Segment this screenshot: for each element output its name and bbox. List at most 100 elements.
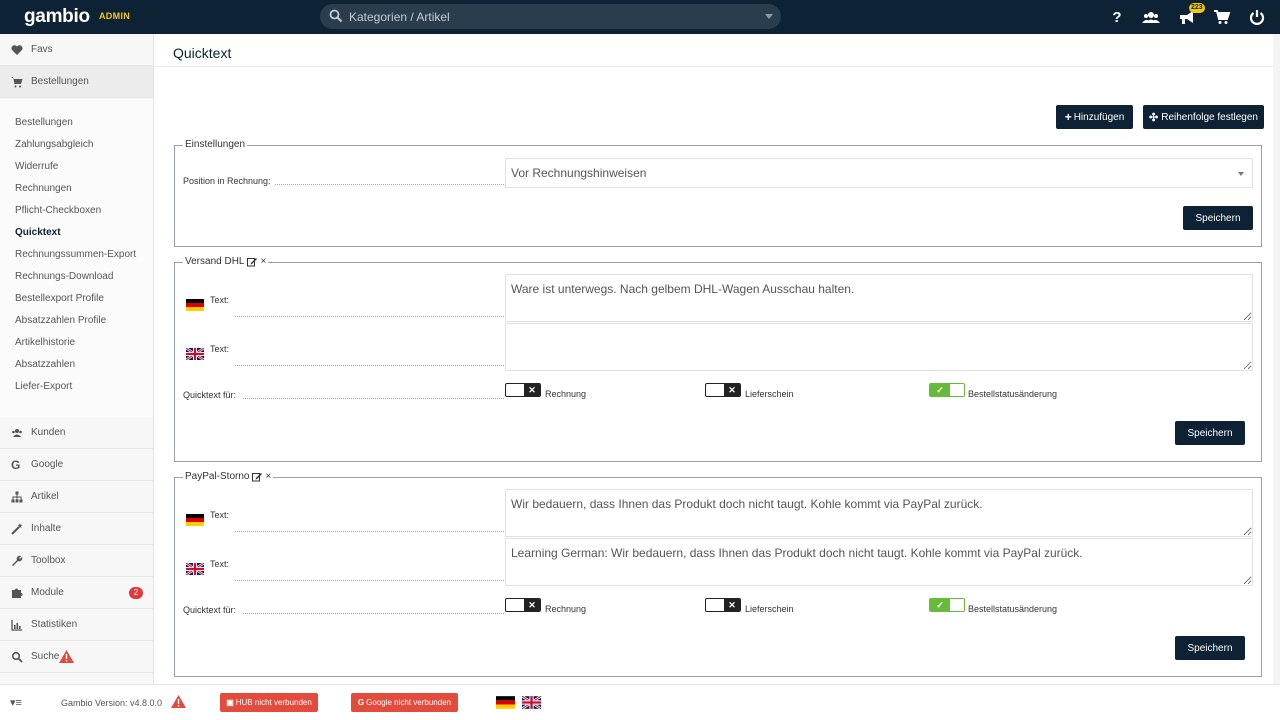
invoice-toggle-label: Rechnung [545,389,587,399]
label-leader [243,398,504,399]
submenu-item-sales-figures[interactable]: Absatzzahlen [15,359,75,370]
submenu-item-payment-reconciliation[interactable]: Zahlungsabgleich [15,139,93,150]
text-en-textarea[interactable]: Learning German: Wir bedauern, dass Ihne… [505,538,1253,586]
search-input[interactable] [349,8,759,25]
page-title: Quicktext [173,45,232,61]
sidebar-item-customers[interactable]: Kunden [0,417,153,449]
cart-icon[interactable] [1213,8,1231,26]
position-select[interactable]: Vor Rechnungshinweisen [505,158,1253,188]
submenu-item-mandatory-checkboxes[interactable]: Pflicht-Checkboxen [15,205,101,216]
set-order-button[interactable]: ✣ Reihenfolge festlegen [1143,105,1264,129]
sidebar-item-label: Favs [31,44,53,55]
submenu-item-article-history[interactable]: Artikelhistorie [15,337,75,348]
block-legend: PayPal-Storno × [183,471,274,482]
text-de-textarea[interactable]: Wir bedauern, dass Ihnen das Produkt doc… [505,489,1253,537]
submenu-item-invoice-download[interactable]: Rechnungs-Download [15,271,113,282]
label-leader [235,580,504,581]
sidebar-item-label: Kunden [31,427,66,438]
search-icon [329,9,343,23]
delivery-note-toggle-label: Lieferschein [745,604,794,614]
submenu-item-order-export-profiles[interactable]: Bestellexport Profile [15,293,104,304]
text-de-textarea[interactable]: Ware ist unterwegs. Nach gelbem DHL-Wage… [505,274,1253,322]
add-button[interactable]: + Hinzufügen [1056,105,1133,129]
sidebar-item-statistics[interactable]: Statistiken [0,609,153,641]
sidebar-item-orders[interactable]: Bestellungen [0,66,153,98]
quicktext-for-label: Quicktext für: [183,605,237,615]
search-bar[interactable] [320,4,781,29]
admin-label: ADMIN [99,11,130,21]
submenu-item-invoice-sum-export[interactable]: Rechnungssummen-Export [15,249,136,260]
uk-flag-icon[interactable] [522,696,541,709]
sidebar-item-content[interactable]: Inhalte [0,513,153,545]
sidebar-item-search[interactable]: Suche [0,641,153,673]
delete-icon[interactable]: × [265,471,271,482]
google-status-button[interactable]: G Google nicht verbunden [351,693,458,712]
label-leader [235,365,504,366]
submenu-item-sales-figures-profiles[interactable]: Absatzzahlen Profile [15,315,106,326]
delivery-note-toggle[interactable]: ✕ [705,383,741,397]
text-en-textarea[interactable] [505,323,1253,371]
plus-icon: + [1064,110,1072,124]
chart-icon [11,619,22,631]
status-change-toggle[interactable]: ✓ [929,598,965,612]
sidebar-item-label: Inhalte [31,523,62,534]
save-block-button[interactable]: Speichern [1175,636,1245,660]
submenu-item-withdrawals[interactable]: Widerrufe [15,161,58,172]
sidebar-item-modules[interactable]: Module 2 [0,577,153,609]
delivery-note-toggle[interactable]: ✕ [705,598,741,612]
sidebar: Favs Bestellungen Bestellungen Zahlungsa… [0,34,154,684]
warning-icon [59,650,74,663]
submenu-item-delivery-export[interactable]: Liefer-Export [15,381,72,392]
save-block-button[interactable]: Speichern [1175,421,1245,445]
uk-flag-icon [186,563,204,575]
sidebar-item-label: Module [31,587,64,598]
edit-icon[interactable] [252,472,263,482]
german-flag-icon[interactable] [496,696,515,709]
sidebar-item-label: Toolbox [31,555,66,566]
chevron-down-icon [1238,172,1244,176]
sidebar-item-articles[interactable]: Artikel [0,481,153,513]
quicktext-block-paypal: PayPal-Storno × Text: Wir bedauern, dass… [174,471,1262,677]
invoice-toggle[interactable]: ✕ [505,598,541,612]
submenu-item-orders[interactable]: Bestellungen [15,117,73,128]
hub-status-label: HUB nicht verbunden [235,698,312,707]
text-label-de: Text: [210,510,230,520]
close-icon: ✕ [524,599,540,611]
settings-legend: Einstellungen [183,139,248,150]
gambio-logo[interactable]: gambio [24,6,90,28]
sidebar-item-google[interactable]: G Google [0,449,153,481]
close-icon: ✕ [724,599,740,611]
block-title: PayPal-Storno [185,471,250,482]
sidebar-item-label: Suche [31,651,60,662]
add-button-label: Hinzufügen [1073,111,1125,123]
save-settings-button[interactable]: Speichern [1183,206,1253,230]
warning-icon[interactable] [171,695,186,708]
footer: ▾≡ Gambio Version: v4.8.0.0 ▣ HUB nicht … [0,684,1280,720]
users-icon[interactable] [1142,8,1160,26]
sitemap-icon [11,491,23,502]
uk-flag-icon [186,348,204,360]
power-icon[interactable] [1248,8,1266,26]
settings-panel: Einstellungen Position in Rechnung: Vor … [174,139,1262,247]
delete-icon[interactable]: × [260,256,266,267]
delivery-note-toggle-label: Lieferschein [745,389,794,399]
modules-badge: 2 [129,586,143,599]
google-status-label: Google nicht verbunden [366,698,452,707]
status-change-toggle[interactable]: ✓ [929,383,965,397]
chevron-down-icon[interactable] [765,14,773,19]
label-leader [275,184,504,185]
hub-status-button[interactable]: ▣ HUB nicht verbunden [220,693,318,712]
submenu-item-quicktext[interactable]: Quicktext [15,227,61,238]
top-bar: gambio ADMIN ? 223 [0,0,1280,34]
sidebar-item-label: Bestellungen [31,76,89,87]
sidebar-item-toolbox[interactable]: Toolbox [0,545,153,577]
help-icon[interactable]: ? [1108,8,1126,26]
edit-icon[interactable] [247,257,258,267]
invoice-toggle[interactable]: ✕ [505,383,541,397]
collapse-menu-icon[interactable]: ▾≡ [10,696,22,709]
submenu-item-invoices[interactable]: Rechnungen [15,183,72,194]
block-legend: Versand DHL × [183,256,269,267]
magic-wand-icon [11,522,23,535]
scrollbar[interactable] [1273,34,1280,684]
sidebar-item-favs[interactable]: Favs [0,34,153,66]
